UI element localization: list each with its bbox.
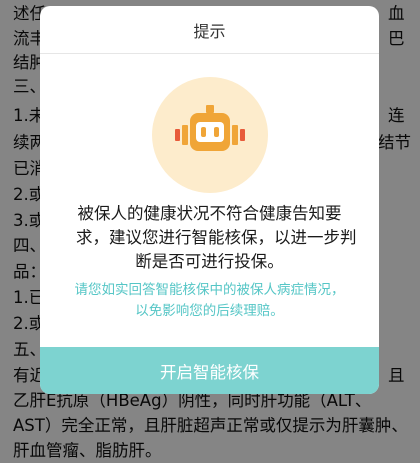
dialog-tip-line: 请您如实回答智能核保中的被保人病症情况， [74,282,345,298]
dialog-tip: 请您如实回答智能核保中的被保人病症情况， 以免影响您的后续理赔。 [50,280,369,322]
alert-dialog: 提示 被保人的健康状况不符合健康告知要 求，建议您进行智能核保，以进一步判 断是… [40,6,379,394]
start-smart-underwriting-button[interactable]: 开启智能核保 [40,347,379,394]
robot-icon [175,105,245,151]
dialog-message-line: 求，建议您进行智能核保，以进一步判 [76,228,357,247]
dialog-tip-line: 以免影响您的后续理赔。 [135,303,284,319]
dialog-message-line: 被保人的健康状况不符合健康告知要 [77,204,342,223]
dialog-title: 提示 [40,6,379,54]
dialog-message-line: 断是否可进行投保。 [135,252,284,271]
robot-icon-badge [152,77,268,193]
dialog-message: 被保人的健康状况不符合健康告知要 求，建议您进行智能核保，以进一步判 断是否可进… [76,202,357,274]
